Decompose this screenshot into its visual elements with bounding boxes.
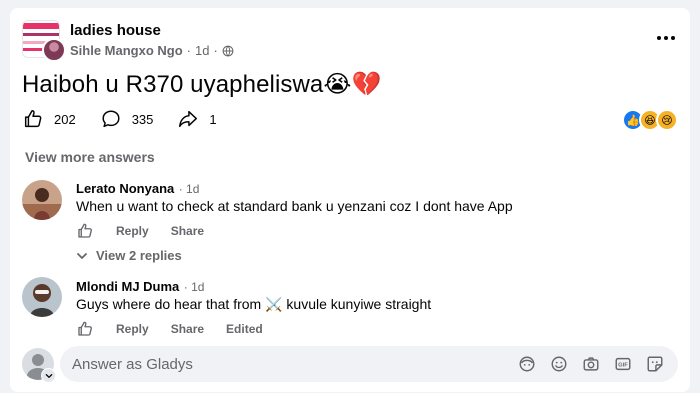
meta-separator: · xyxy=(213,43,218,58)
share-button[interactable]: 1 xyxy=(177,108,217,130)
composer-tools: GIF xyxy=(518,355,664,373)
comment-text: When u want to check at standard bank u … xyxy=(76,198,513,214)
globe-icon xyxy=(222,45,234,56)
comment-separator: · xyxy=(183,280,192,294)
sticker-icon[interactable] xyxy=(646,355,664,373)
author-name[interactable]: Sihle Mangxo Ngo xyxy=(70,43,183,58)
avatar-sticker-icon[interactable] xyxy=(518,355,536,373)
comment-actions: Reply Share xyxy=(76,222,204,240)
comment-avatar[interactable] xyxy=(22,277,62,317)
answer-composer: GIF xyxy=(60,346,678,382)
post-text: Haiboh u R370 uyapheliswa😭💔 xyxy=(22,71,382,98)
author-avatar[interactable] xyxy=(42,38,66,62)
answer-input[interactable] xyxy=(60,354,494,374)
comment-header: Mlondi MJ Duma · 1d xyxy=(76,278,204,296)
view-replies-button[interactable]: View 2 replies xyxy=(76,248,182,263)
comment-separator: · xyxy=(178,182,187,196)
chevron-down-icon[interactable] xyxy=(41,368,56,383)
like-count: 202 xyxy=(54,111,76,127)
like-icon[interactable] xyxy=(76,320,94,338)
reply-button[interactable]: Reply xyxy=(116,322,149,336)
comment-time[interactable]: 1d xyxy=(191,280,204,294)
comment-actions: Reply Share Edited xyxy=(76,320,263,338)
chevron-down-icon xyxy=(77,252,87,259)
comment-header: Lerato Nonyana · 1d xyxy=(76,180,199,198)
share-comment-button[interactable]: Share xyxy=(171,322,204,336)
comment-avatar[interactable] xyxy=(22,180,62,220)
comment-icon xyxy=(102,110,120,128)
like-icon[interactable] xyxy=(76,222,94,240)
more-icon xyxy=(657,36,661,40)
post-card: ladies house Sihle Mangxo Ngo · 1d · Hai… xyxy=(10,8,690,392)
sad-reaction-icon: 😢 xyxy=(656,109,678,131)
view-replies-label: View 2 replies xyxy=(96,248,182,263)
more-options-button[interactable] xyxy=(654,28,678,48)
like-icon xyxy=(24,110,42,128)
emoji-icon[interactable] xyxy=(550,355,568,373)
share-comment-button[interactable]: Share xyxy=(171,224,204,238)
svg-text:GIF: GIF xyxy=(618,363,628,369)
comment-text: Guys where do hear that from ⚔️ kuvule k… xyxy=(76,296,432,312)
reply-button[interactable]: Reply xyxy=(116,224,149,238)
view-more-answers-link[interactable]: View more answers xyxy=(25,149,155,165)
comment-button[interactable]: 335 xyxy=(100,108,154,130)
comment-time[interactable]: 1d xyxy=(186,182,199,196)
share-icon xyxy=(179,110,198,128)
gif-icon[interactable]: GIF xyxy=(614,355,632,373)
post-actions: 202 335 1 xyxy=(22,108,217,130)
meta-separator: · xyxy=(186,43,192,58)
commenter-name[interactable]: Lerato Nonyana xyxy=(76,181,174,196)
reaction-summary[interactable]: 👍 😆 😢 xyxy=(622,109,678,131)
post-time[interactable]: 1d xyxy=(195,43,209,58)
comment-count: 335 xyxy=(131,111,154,127)
edited-label: Edited xyxy=(226,322,263,336)
like-button[interactable]: 202 xyxy=(22,108,76,130)
group-name[interactable]: ladies house xyxy=(70,22,161,39)
post-meta: Sihle Mangxo Ngo · 1d · xyxy=(70,43,234,58)
commenter-name[interactable]: Mlondi MJ Duma xyxy=(76,279,179,294)
camera-icon[interactable] xyxy=(582,355,600,373)
share-count: 1 xyxy=(209,111,217,127)
